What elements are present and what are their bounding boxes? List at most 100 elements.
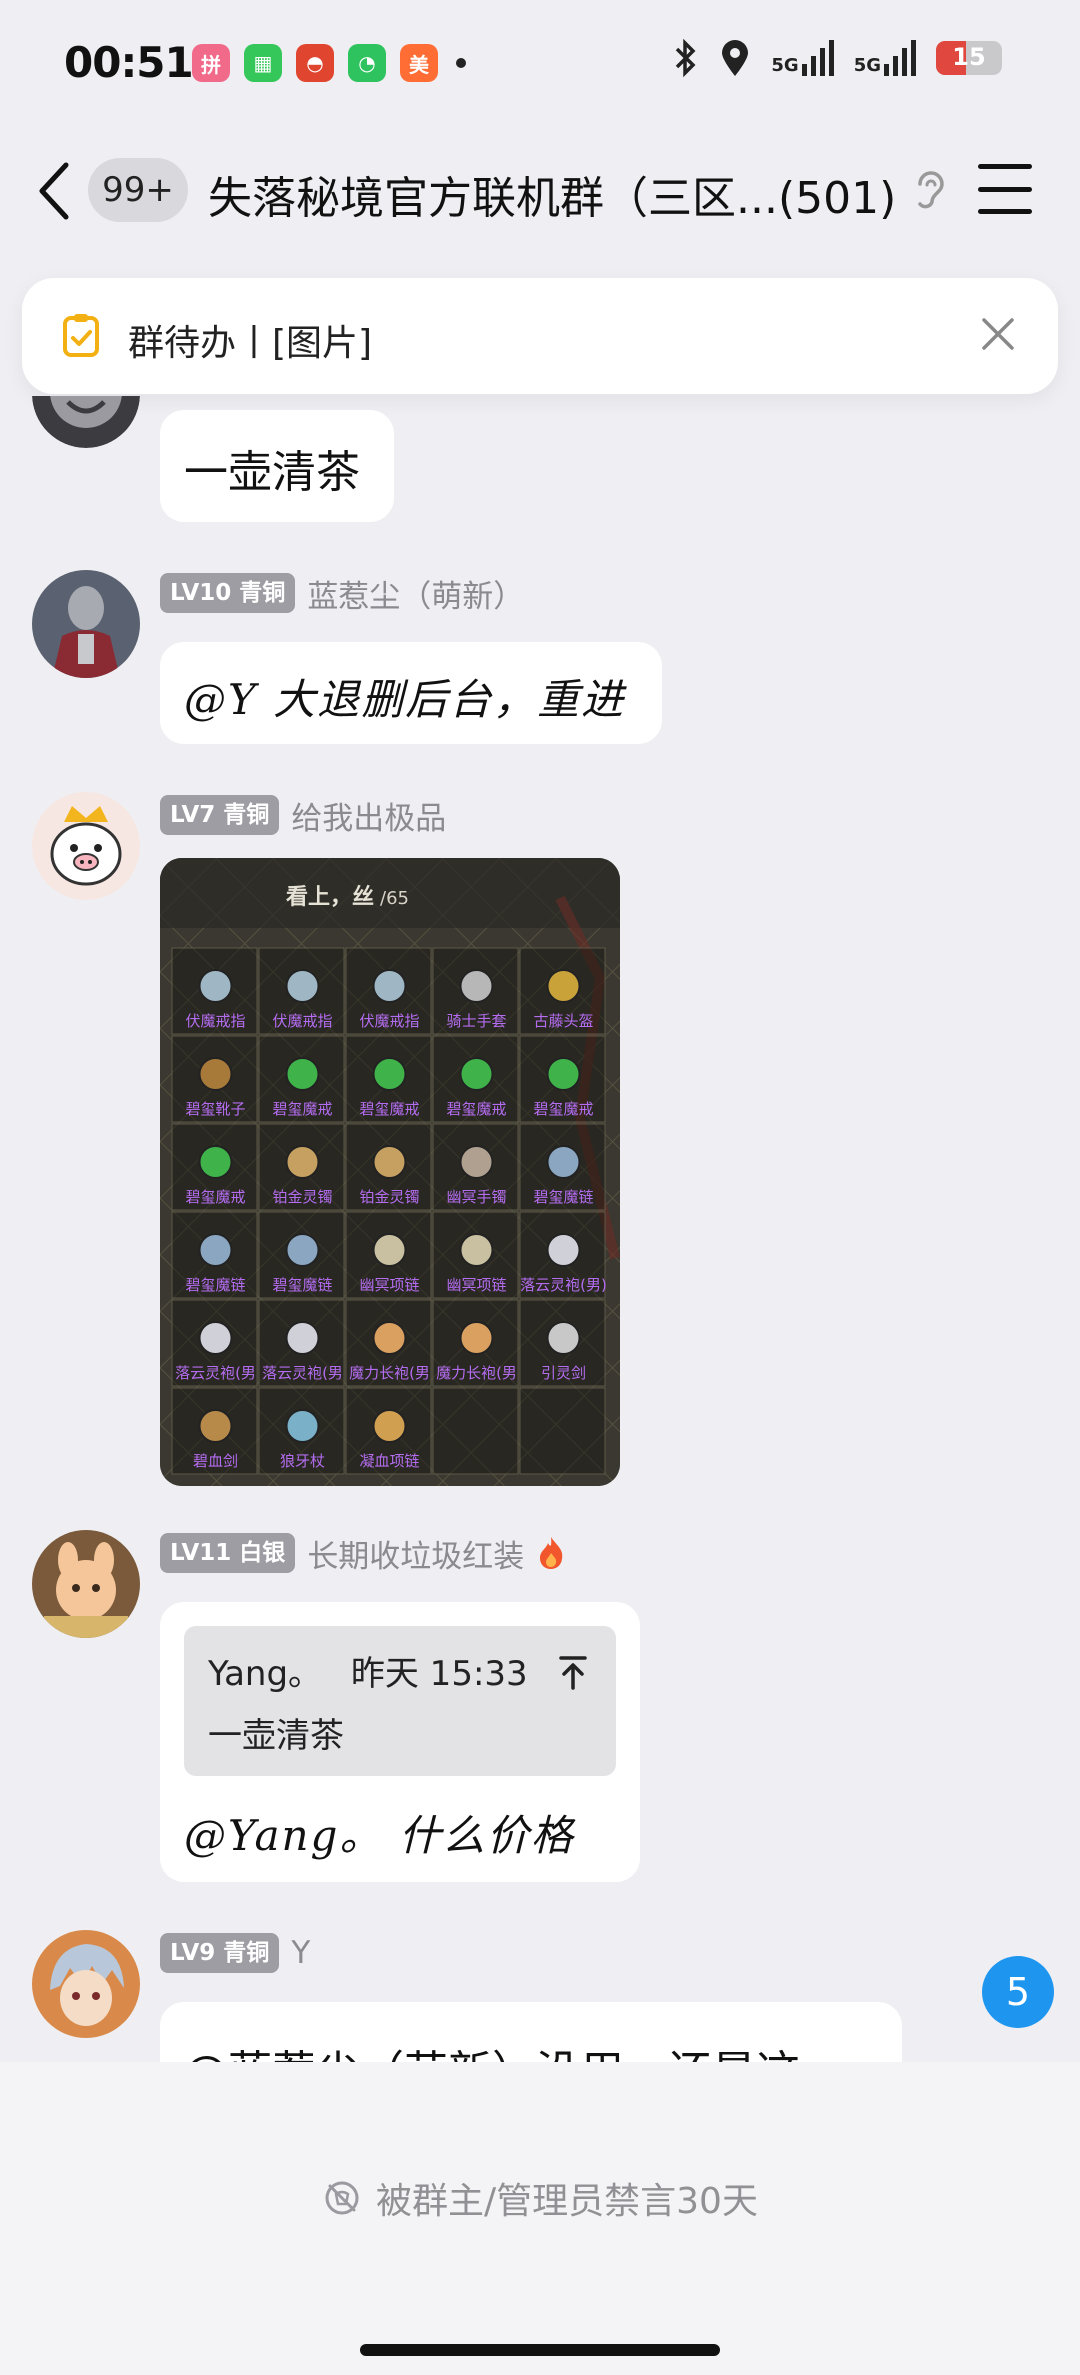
sender-nickname[interactable]: Y xyxy=(291,1935,310,1971)
item-icon xyxy=(372,1057,407,1091)
group-title[interactable]: 失落秘境官方联机群（三区...(501) xyxy=(208,162,896,226)
item-label: 碧玺靴子 xyxy=(185,1100,245,1118)
item-label: 幽冥项链 xyxy=(359,1276,419,1294)
item-label: 铂金灵镯 xyxy=(272,1188,332,1206)
back-button[interactable] xyxy=(36,156,80,226)
item-label: 伏魔戒指 xyxy=(272,1012,332,1030)
item-label: 幽冥手镯 xyxy=(446,1188,506,1206)
message-bubble[interactable]: Yang。 昨天 15:33 一壶清茶 @Yang。 什么价格 xyxy=(160,1602,640,1882)
level-badge: LV9 青铜 xyxy=(160,1933,280,1973)
item-label: 落云灵袍(男 xyxy=(175,1364,256,1382)
more-notifications-icon xyxy=(456,58,466,68)
ear-icon[interactable] xyxy=(910,166,950,214)
home-indicator[interactable] xyxy=(360,2344,720,2356)
item-label: 落云灵袍(男) xyxy=(520,1276,607,1294)
avatar[interactable] xyxy=(32,792,140,900)
item-icon xyxy=(546,1057,581,1091)
battery-icon: 15 xyxy=(936,41,1002,75)
item-label: 魔力长袍(男 xyxy=(436,1364,517,1382)
level-badge: LV7 青铜 xyxy=(160,795,280,835)
item-icon xyxy=(372,1145,407,1179)
item-icon xyxy=(459,1321,494,1355)
avatar[interactable] xyxy=(32,1930,140,2038)
flame-icon xyxy=(540,1537,563,1569)
item-label: 碧血剑 xyxy=(193,1452,238,1470)
item-label: 引灵剑 xyxy=(541,1364,586,1382)
muted-text: 被群主/管理员禁言30天 xyxy=(376,2181,758,2222)
menu-button[interactable] xyxy=(978,164,1032,214)
chevron-left-icon xyxy=(39,162,69,220)
notification-icons: 拼 ▦ ◓ ◔ 美 xyxy=(192,44,466,82)
item-label: 碧玺魔戒 xyxy=(185,1188,245,1206)
network-type-2: 5G xyxy=(853,55,881,76)
item-icon xyxy=(285,1145,320,1179)
message-text: 一壶清茶 xyxy=(184,447,360,498)
sender-nickname[interactable]: 给我出极品 xyxy=(291,793,446,838)
status-bar: 00:51 拼 ▦ ◓ ◔ 美 5G 5G 15 xyxy=(0,0,1080,120)
jump-to-original-icon[interactable] xyxy=(558,1654,588,1690)
item-icon xyxy=(198,1057,233,1091)
message-sender: LV11 白银 长期收垃圾红装 xyxy=(160,1531,566,1576)
group-todo-banner[interactable]: 群待办丨[图片] xyxy=(22,278,1058,394)
item-icon xyxy=(198,1233,233,1267)
item-icon xyxy=(372,1409,407,1443)
status-right: 5G 5G 15 xyxy=(673,38,1002,78)
app-notification-icon: ▦ xyxy=(244,44,282,82)
item-label: 落云灵袍(男 xyxy=(262,1364,343,1382)
inventory-screenshot: 看上，丝 /65 伏魔戒指 伏魔戒指 伏魔戒指 骑士手套 古藤头盔碧玺靴子 碧玺魔戒 碧玺魔… xyxy=(160,858,620,1486)
quoted-message[interactable]: Yang。 昨天 15:33 一壶清茶 xyxy=(184,1626,616,1776)
item-label: 古藤头盔 xyxy=(533,1012,593,1030)
network-type-1: 5G xyxy=(771,55,799,76)
item-label: 碧玺魔链 xyxy=(533,1188,593,1206)
item-label: 伏魔戒指 xyxy=(359,1012,419,1030)
quote-author: Yang。 xyxy=(208,1654,323,1694)
avatar[interactable] xyxy=(32,1530,140,1638)
item-label: 凝血项链 xyxy=(359,1452,419,1470)
app-notification-icon: 美 xyxy=(400,44,438,82)
message-bubble[interactable]: 一壶清茶 xyxy=(160,410,394,522)
input-area: 被群主/管理员禁言30天 xyxy=(0,2062,1080,2375)
todo-text: 群待办丨[图片] xyxy=(128,323,373,364)
sender-nickname[interactable]: 蓝惹尘（萌新） xyxy=(307,571,524,616)
level-badge: LV10 青铜 xyxy=(160,573,296,613)
bluetooth-icon xyxy=(676,38,696,78)
inventory-screenshot-image[interactable]: 看上，丝 /65 伏魔戒指 伏魔戒指 伏魔戒指 骑士手套 古藤头盔 碧玺靴子 碧玺魔戒 碧玺魔… xyxy=(160,858,620,1486)
item-icon xyxy=(198,1321,233,1355)
cellular-signal-1: 5G xyxy=(771,40,834,76)
app-notification-icon: 拼 xyxy=(192,44,230,82)
item-icon xyxy=(546,1145,581,1179)
quote-header: Yang。 昨天 15:33 xyxy=(208,1646,528,1695)
level-badge: LV11 白银 xyxy=(160,1533,296,1573)
item-label: 伏魔戒指 xyxy=(185,1012,245,1030)
message-bubble[interactable]: @Y 大退删后台，重进 xyxy=(160,642,662,744)
inventory-title: 看上，丝 xyxy=(286,884,374,910)
message-text: @蓝惹尘（萌新）没用，还是这 xyxy=(184,2036,800,2062)
message-bubble[interactable]: @蓝惹尘（萌新）没用，还是这 xyxy=(160,2002,902,2062)
message-sender: LV10 青铜 蓝惹尘（萌新） xyxy=(160,571,524,616)
message-sender: LV7 青铜 给我出极品 xyxy=(160,793,446,838)
inventory-slot xyxy=(519,1387,606,1475)
unread-badge[interactable]: 99+ xyxy=(88,158,188,222)
item-icon xyxy=(372,1321,407,1355)
item-label: 幽冥项链 xyxy=(446,1276,506,1294)
message-sender: LV9 青铜 Y xyxy=(160,1932,310,1974)
item-icon xyxy=(459,1057,494,1091)
new-messages-badge[interactable]: 5 xyxy=(982,1956,1054,2028)
item-icon xyxy=(285,1321,320,1355)
item-label: 狼牙杖 xyxy=(280,1452,325,1470)
sender-nickname[interactable]: 长期收垃圾红装 xyxy=(307,1531,524,1576)
avatar[interactable] xyxy=(32,570,140,678)
message-text: @Yang。 什么价格 xyxy=(184,1811,575,1860)
location-icon xyxy=(722,40,749,76)
todo-icon xyxy=(63,314,99,357)
mute-icon xyxy=(325,2181,359,2215)
wechat-icon: ◔ xyxy=(348,44,386,82)
item-label: 碧玺魔戒 xyxy=(446,1100,506,1118)
close-icon[interactable] xyxy=(978,314,1018,354)
item-icon xyxy=(372,969,407,1003)
item-label: 魔力长袍(男 xyxy=(349,1364,430,1382)
item-label: 碧玺魔戒 xyxy=(533,1100,593,1118)
item-icon xyxy=(459,1145,494,1179)
status-time: 00:51 xyxy=(64,38,194,87)
item-icon xyxy=(285,969,320,1003)
